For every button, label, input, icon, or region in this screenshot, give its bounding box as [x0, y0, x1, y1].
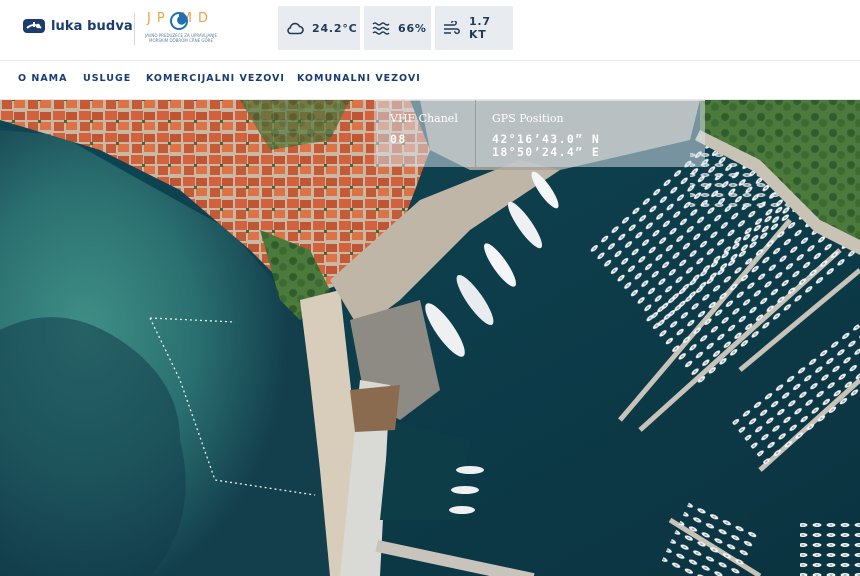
nav-item-komunalni-vezovi[interactable]: KOMUNALNI VEZOVI [297, 73, 421, 84]
wind-icon [443, 21, 460, 35]
vhf-label: VHF Chanel [390, 112, 458, 125]
gps-label: GPS Position [492, 112, 564, 125]
brand-name: luka budva [51, 18, 133, 34]
main-nav: O NAMA USLUGE KOMERCIJALNI VEZOVI KOMUNA… [0, 60, 860, 100]
jpmd-logo-subtext: JAVNO PREDUZEĆE ZA UPRAVLJANJE MORSKIM D… [145, 33, 217, 43]
vhf-channel-panel: VHF Chanel 08 [374, 100, 475, 167]
boat-logo-icon [23, 19, 45, 33]
wind-value: 1.7 KT [468, 15, 491, 41]
nav-item-usluge[interactable]: USLUGE [83, 73, 131, 84]
weather-waves: 66% [364, 6, 431, 50]
nav-item-komercijalni-vezovi[interactable]: KOMERCIJALNI VEZOVI [146, 73, 285, 84]
marina-aerial-illustration [0, 100, 860, 576]
waves-icon [372, 22, 390, 35]
gps-latitude: 42°16’43.0” N [492, 132, 601, 146]
swirl-logo-icon [170, 12, 188, 30]
luka-budva-logo[interactable]: luka budva [22, 17, 133, 35]
jpmd-logo[interactable]: JP MD JAVNO PREDUZEĆE ZA UPRAVLJANJE MOR… [145, 11, 217, 47]
waves-value: 66% [398, 21, 427, 35]
vhf-value: 08 [390, 132, 407, 146]
hero-aerial-image [0, 100, 860, 576]
gps-longitude: 18°50’24.4” E [492, 145, 601, 159]
site-header: luka budva JP MD JAVNO PREDUZEĆE ZA UPRA… [0, 0, 860, 60]
weather-temperature: 24.2°C [278, 6, 360, 50]
logo-divider [134, 13, 135, 45]
cloud-icon [287, 22, 304, 35]
nav-item-o-nama[interactable]: O NAMA [18, 73, 68, 84]
temperature-value: 24.2°C [312, 21, 358, 35]
weather-wind: 1.7 KT [435, 6, 513, 50]
gps-position-panel: GPS Position 42°16’43.0” N 18°50’24.4” E [476, 100, 705, 167]
